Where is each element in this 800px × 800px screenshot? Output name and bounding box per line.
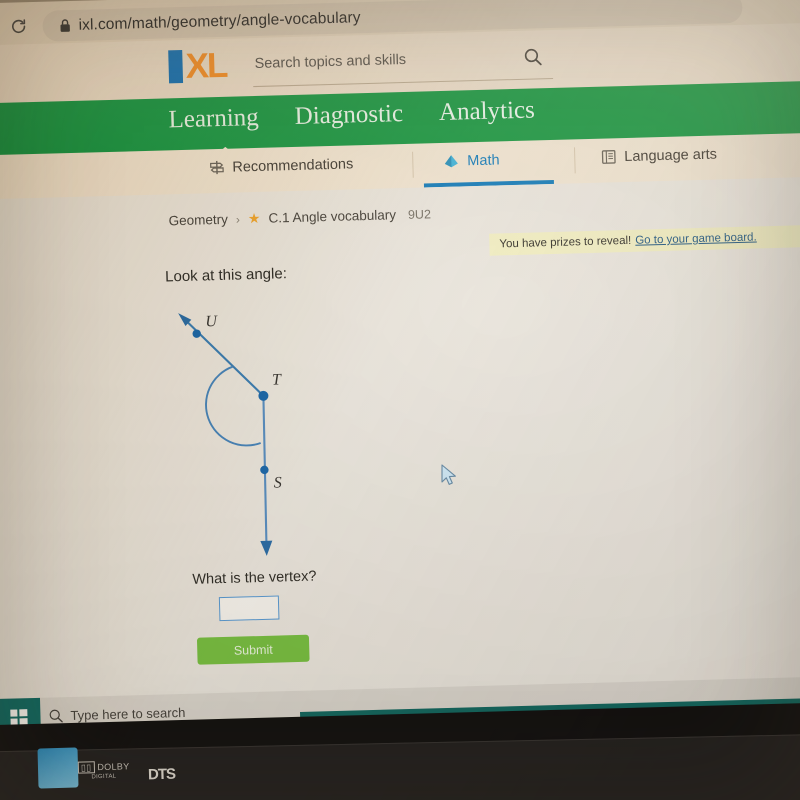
pyramid-icon bbox=[444, 155, 458, 168]
angle-diagram: U T S bbox=[143, 284, 370, 570]
breadcrumb: Geometry › ★ C.1 Angle vocabulary 9U2 bbox=[168, 205, 431, 229]
submit-button[interactable]: Submit bbox=[196, 634, 310, 665]
point-s-dot bbox=[260, 465, 269, 475]
ixl-logo[interactable]: XL bbox=[168, 45, 227, 86]
photographed-laptop-screen: ixl.com/math/geometry/angle-vocabulary X… bbox=[0, 0, 800, 800]
prize-banner: You have prizes to reveal! Go to your ga… bbox=[489, 224, 800, 256]
point-label-u: U bbox=[205, 313, 218, 331]
search-icon[interactable] bbox=[48, 708, 63, 723]
breadcrumb-separator: › bbox=[235, 211, 241, 227]
sub-nav-item-math[interactable]: Math bbox=[442, 151, 500, 171]
reload-icon[interactable] bbox=[8, 16, 29, 37]
question-text: What is the vertex? bbox=[192, 568, 317, 588]
point-label-t: T bbox=[271, 371, 282, 389]
lock-icon bbox=[60, 19, 70, 32]
intel-sticker bbox=[37, 747, 79, 789]
page-content: Geometry › ★ C.1 Angle vocabulary 9U2 Yo… bbox=[0, 175, 800, 720]
nav-item-analytics[interactable]: Analytics bbox=[439, 96, 536, 127]
breadcrumb-subject[interactable]: Geometry bbox=[168, 212, 228, 229]
breadcrumb-skill-code: 9U2 bbox=[407, 206, 432, 222]
nav-item-learning[interactable]: Learning bbox=[168, 104, 259, 134]
search-input[interactable]: Search topics and skills bbox=[254, 52, 406, 72]
answer-input[interactable] bbox=[218, 595, 280, 622]
mouse-pointer-icon bbox=[441, 464, 456, 485]
sub-nav-divider-2 bbox=[573, 147, 576, 174]
search-icon[interactable] bbox=[523, 47, 543, 67]
point-label-s: S bbox=[273, 474, 282, 492]
question-prompt: Look at this angle: bbox=[164, 265, 288, 286]
sub-nav-item-recommendations[interactable]: Recommendations bbox=[208, 155, 353, 176]
point-u-dot bbox=[192, 329, 201, 338]
nav-item-diagnostic[interactable]: Diagnostic bbox=[294, 100, 403, 131]
ixl-logo-text: XL bbox=[185, 45, 227, 86]
sub-nav-item-language-arts[interactable]: Language arts bbox=[600, 146, 717, 166]
sub-nav-label-math: Math bbox=[467, 152, 500, 170]
prize-banner-message: You have prizes to reveal! bbox=[499, 234, 632, 251]
signpost-icon bbox=[210, 160, 224, 175]
dolby-sticker: ▯▯ DOLBY DIGITAL bbox=[77, 761, 130, 780]
star-icon[interactable]: ★ bbox=[248, 210, 261, 227]
site-search-field[interactable]: Search topics and skills bbox=[252, 43, 554, 88]
book-icon bbox=[601, 150, 616, 164]
game-board-link[interactable]: Go to your game board. bbox=[635, 231, 757, 246]
sub-nav-label-recommendations: Recommendations bbox=[232, 155, 354, 176]
sub-nav-label-language-arts: Language arts bbox=[624, 146, 718, 165]
ixl-logo-bar bbox=[168, 49, 184, 83]
breadcrumb-skill: C.1 Angle vocabulary bbox=[268, 207, 397, 226]
dts-sticker: DTS bbox=[147, 765, 176, 784]
sub-nav-divider-1 bbox=[412, 151, 414, 178]
